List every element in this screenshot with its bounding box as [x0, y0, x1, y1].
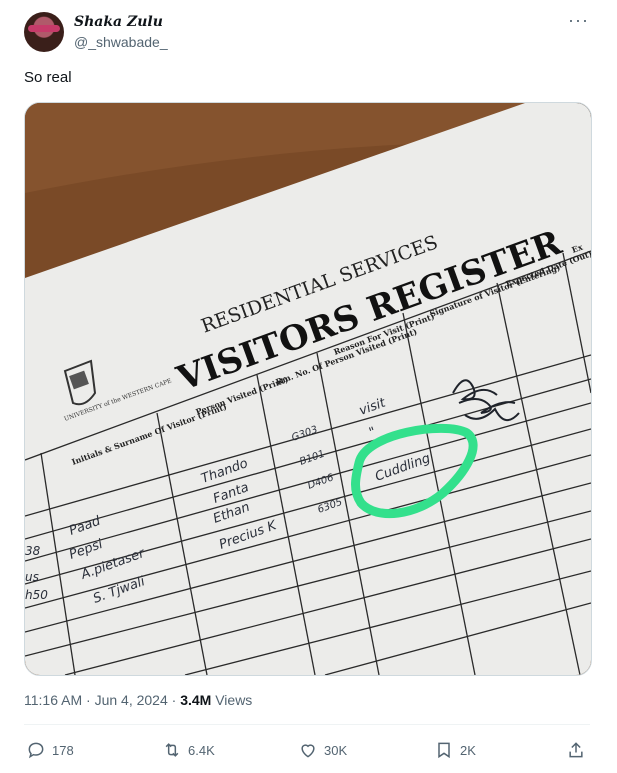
author-name[interactable]: Shaka Zulu [74, 14, 163, 30]
like-button[interactable]: 30K [298, 738, 347, 762]
hw-margin-1: 38 [25, 544, 41, 558]
heart-icon [301, 744, 315, 758]
avatar[interactable] [24, 12, 64, 52]
reply-button[interactable]: 178 [26, 738, 74, 762]
share-button[interactable] [566, 738, 586, 762]
tweet-date[interactable]: Jun 4, 2024 [95, 692, 168, 708]
avatar-headband [28, 25, 60, 32]
repost-button[interactable]: 6.4K [162, 738, 215, 762]
repost-count: 6.4K [188, 742, 215, 758]
divider [24, 724, 590, 725]
bookmark-icon [438, 742, 450, 759]
hw-margin-2: us [25, 570, 39, 584]
tweet-photo[interactable]: RESIDENTIAL SERVICES VISITORS REGISTER U… [24, 102, 592, 676]
visitors-register-photo: RESIDENTIAL SERVICES VISITORS REGISTER U… [25, 103, 591, 675]
repost-icon [165, 743, 179, 757]
like-count: 30K [324, 742, 348, 758]
views-label: Views [215, 692, 253, 708]
more-options-icon[interactable]: ··· [568, 10, 589, 31]
action-bar: 178 6.4K 30K 2K [24, 738, 590, 762]
tweet-text: So real [24, 69, 72, 86]
reply-count: 178 [52, 742, 74, 758]
author-handle[interactable]: @_shwabade_ [74, 34, 168, 50]
views-count: 3.4M [180, 692, 212, 708]
reply-icon [28, 742, 44, 759]
share-icon [569, 742, 583, 758]
bookmark-count: 2K [460, 742, 476, 758]
bookmark-button[interactable]: 2K [434, 738, 476, 762]
hw-margin-3: h50 [25, 588, 48, 602]
tweet-meta: 11:16 AM · Jun 4, 2024 · 3.4M Views [24, 692, 253, 708]
tweet-time[interactable]: 11:16 AM [24, 692, 82, 708]
